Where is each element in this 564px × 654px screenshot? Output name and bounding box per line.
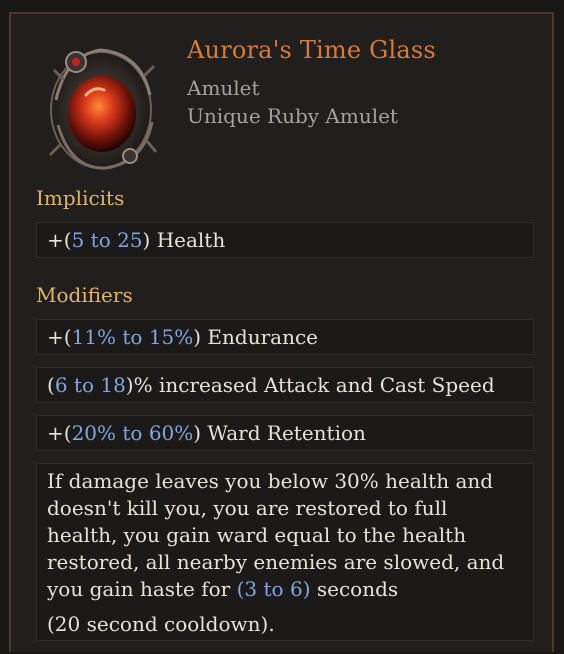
- modifier-attack-cast-speed: (6 to 18)% increased Attack and Cast Spe…: [36, 367, 534, 403]
- ruby-amulet-icon: [46, 40, 161, 175]
- cooldown-text: (20 second cooldown).: [47, 612, 275, 636]
- item-name: Aurora's Time Glass: [187, 36, 436, 64]
- modifier-ward-retention: +(20% to 60%) Ward Retention: [36, 415, 534, 451]
- modifiers-title: Modifiers: [36, 283, 133, 307]
- item-type: Amulet: [187, 76, 260, 100]
- item-header: Aurora's Time Glass Amulet Unique Ruby A…: [11, 14, 552, 184]
- item-base-type: Unique Ruby Amulet: [187, 104, 398, 128]
- item-tooltip: Aurora's Time Glass Amulet Unique Ruby A…: [9, 12, 554, 652]
- modifier-endurance: +(11% to 15%) Endurance: [36, 319, 534, 355]
- unique-modifier-text: If damage leaves you below 30% health an…: [47, 469, 505, 601]
- implicits-title: Implicits: [36, 186, 125, 210]
- unique-modifier: If damage leaves you below 30% health an…: [36, 463, 534, 641]
- implicit-mod-health: +(5 to 25) Health: [36, 222, 534, 258]
